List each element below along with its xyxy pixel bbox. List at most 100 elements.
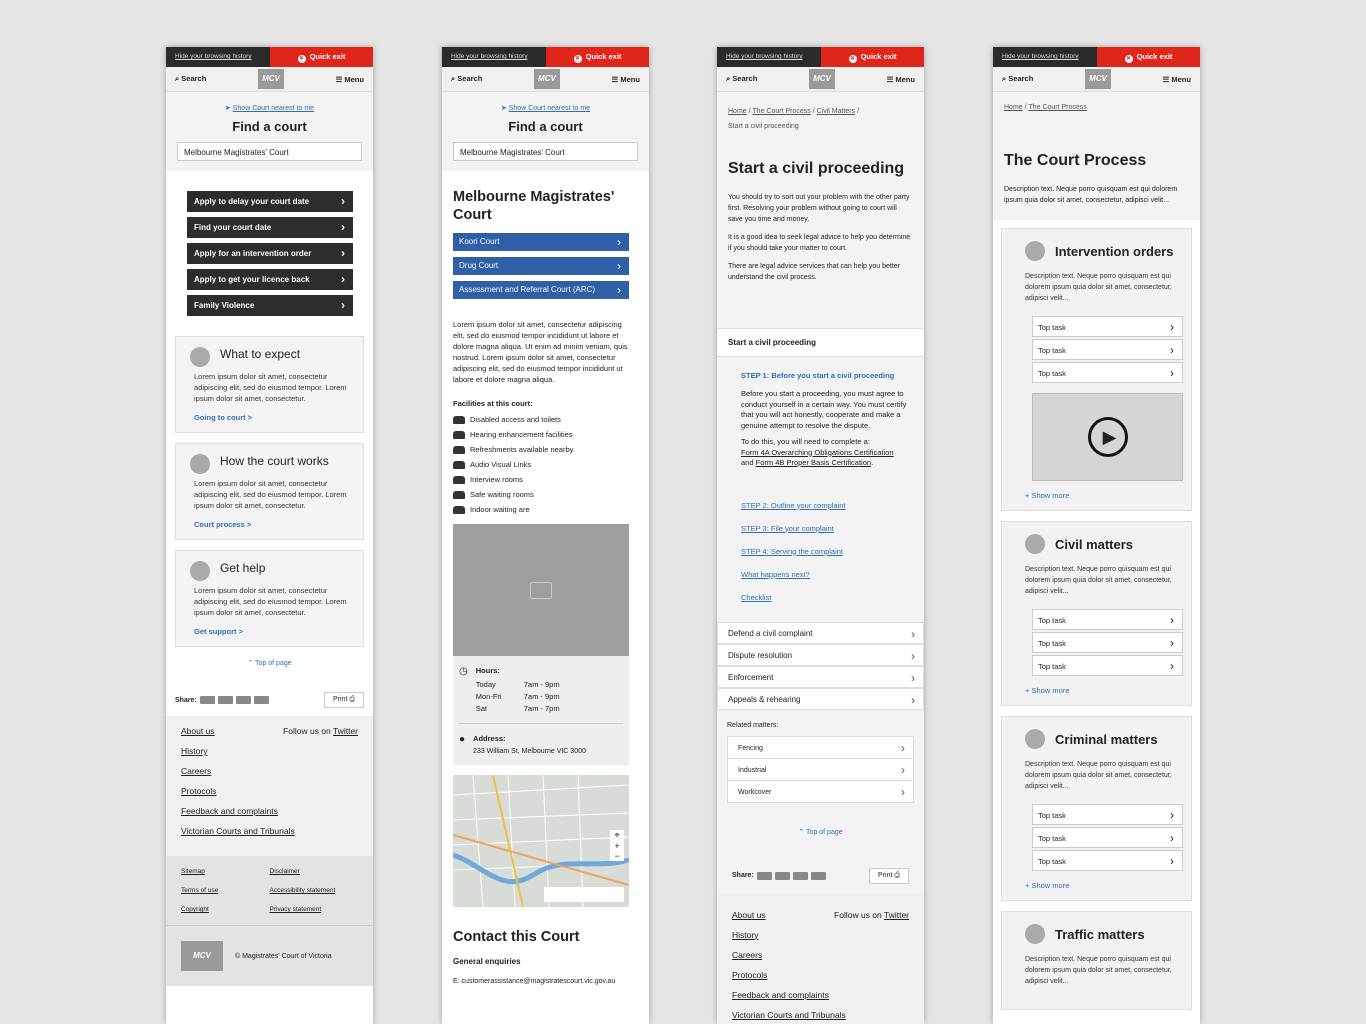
top-task-link[interactable]: Top task [1032, 850, 1183, 872]
page-title: Find a court [508, 119, 583, 134]
step-link[interactable]: STEP 3: File your complaint [741, 524, 914, 533]
close-icon: ✕ [1124, 55, 1133, 63]
delay-court-date-button[interactable]: Apply to delay your court date [187, 191, 353, 212]
related-item[interactable]: Workcover [727, 779, 914, 804]
top-task-link[interactable]: Top task [1032, 804, 1183, 826]
googleplus-icon[interactable] [810, 871, 826, 880]
print-button[interactable]: Print ⎙ [324, 692, 364, 708]
menu-button[interactable]: ☰ Menu [336, 75, 364, 84]
nearest-court-link[interactable]: Show Court nearest to me [233, 105, 314, 112]
show-more-link[interactable]: + Show more [1025, 881, 1176, 890]
hours-address-panel: ◷ Hours: Today 7am - 9pm Mon-Fri 7am - 9pm Sa… [453, 656, 629, 765]
print-button[interactable]: Print ⎙ [869, 867, 909, 884]
quick-exit-button[interactable]: ✕ Quick exit [821, 47, 924, 67]
court-search-input[interactable]: Melbourne Magistrates' Court [177, 142, 362, 161]
top-of-page-link[interactable]: ⌃ Top of page [166, 659, 373, 667]
top-task-link[interactable]: Top task [1032, 339, 1183, 361]
step-link[interactable]: Checklist [741, 593, 914, 602]
quick-exit-button[interactable]: ✕ Quick exit [546, 47, 649, 67]
twitter-link[interactable]: Twitter [884, 910, 909, 920]
map-layers-control[interactable] [544, 887, 624, 902]
nav-row[interactable]: Dispute resolution [717, 643, 924, 667]
hide-history-link[interactable]: Hide your browsing history [442, 47, 546, 67]
email-icon[interactable] [235, 696, 251, 704]
facility-item: Interview rooms [453, 475, 649, 484]
googleplus-icon[interactable] [253, 696, 269, 704]
top-task-link[interactable]: Top task [1032, 362, 1183, 384]
card-link[interactable]: Court process > [194, 520, 353, 529]
card-link[interactable]: Get support > [194, 627, 353, 636]
footer-link[interactable]: Careers [181, 766, 358, 776]
licence-back-button[interactable]: Apply to get your licence back [187, 269, 353, 290]
related-item[interactable]: Industrial [727, 757, 914, 782]
people-icon [453, 490, 465, 499]
nav-row[interactable]: Appeals & rehearing [717, 687, 924, 711]
step-1-title[interactable]: STEP 1: Before you start a civil proceed… [741, 371, 914, 380]
footer-link[interactable]: Feedback and complaints [181, 806, 358, 816]
nav-row[interactable]: Defend a civil complaint [717, 621, 924, 645]
footer-link[interactable]: Protocols [181, 786, 358, 796]
family-violence-button[interactable]: Family Violence [187, 295, 353, 316]
quick-exit-button[interactable]: ✕ Quick exit [1097, 47, 1200, 67]
location-icon: ➤ [500, 105, 509, 112]
drug-court-button[interactable]: Drug Court [453, 257, 629, 275]
process-card: Intervention orders Description text. Ne… [1001, 228, 1192, 511]
koori-court-button[interactable]: Koori Court [453, 233, 629, 251]
email-icon[interactable] [792, 871, 808, 880]
logo[interactable]: MCV [1084, 69, 1111, 89]
menu-button[interactable]: ☰ Menu [1163, 75, 1191, 84]
search-button[interactable]: ⌕ Search [726, 74, 757, 84]
form-4b-link[interactable]: Form 4B Proper Basis Certification [756, 458, 871, 467]
top-task-link[interactable]: Top task [1032, 655, 1183, 677]
top-task-link[interactable]: Top task [1032, 827, 1183, 849]
map[interactable]: ⌖ + − [453, 775, 629, 907]
logo[interactable]: MCV [808, 69, 835, 89]
hide-history-link[interactable]: Hide your browsing history [166, 47, 270, 67]
intervention-order-button[interactable]: Apply for an intervention order [187, 243, 353, 264]
hide-history-link[interactable]: Hide your browsing history [993, 47, 1097, 67]
menu-button[interactable]: ☰ Menu [887, 75, 915, 84]
card-text: Lorem ipsum dolor sit amet, consectetur … [194, 479, 347, 510]
twitter-link[interactable]: Twitter [333, 726, 358, 736]
related-item[interactable]: Fencing [727, 735, 914, 760]
court-search-input[interactable]: Melbourne Magistrates' Court [453, 142, 638, 161]
nav-row[interactable]: Enforcement [717, 665, 924, 689]
video-player[interactable]: ▶ [1032, 393, 1183, 481]
logo[interactable]: MCV [257, 69, 284, 89]
close-icon: ✕ [573, 55, 582, 63]
twitter-icon[interactable] [756, 871, 772, 880]
step-link[interactable]: STEP 4: Serving the complaint [741, 547, 914, 556]
logo[interactable]: MCV [533, 69, 560, 89]
show-more-link[interactable]: + Show more [1025, 491, 1176, 500]
form-4a-link[interactable]: Form 4A Overarching Obligations Certific… [741, 448, 894, 457]
twitter-icon[interactable] [199, 696, 215, 704]
quick-exit-button[interactable]: ✕ Quick exit [270, 47, 373, 67]
top-task-link[interactable]: Top task [1032, 609, 1183, 631]
card-title: How the court works [220, 454, 329, 468]
search-button[interactable]: ⌕ Search [175, 74, 206, 84]
search-button[interactable]: ⌕ Search [451, 74, 482, 84]
card-link[interactable]: Going to court > [194, 413, 353, 422]
step-link[interactable]: STEP 2: Outline your complaint [741, 501, 914, 510]
zoom-controls[interactable]: ⌖ + − [610, 830, 624, 861]
top-of-page-link[interactable]: ⌃ Top of page [727, 828, 914, 836]
top-task-link[interactable]: Top task [1032, 632, 1183, 654]
linkedin-icon[interactable] [774, 871, 790, 880]
about-link[interactable]: About us [181, 726, 215, 736]
top-task-link[interactable]: Top task [1032, 316, 1183, 338]
menu-button[interactable]: ☰ Menu [612, 75, 640, 84]
step-link[interactable]: What happens next? [741, 570, 914, 579]
footer-link[interactable]: Victorian Courts and Tribunals [181, 826, 358, 836]
footer-link[interactable]: History [181, 746, 358, 756]
nearest-court-link[interactable]: Show Court nearest to me [509, 105, 590, 112]
linkedin-icon[interactable] [217, 696, 233, 704]
find-court-date-button[interactable]: Find your court date [187, 217, 353, 238]
arc-button[interactable]: Assessment and Referral Court (ARC) [453, 281, 629, 299]
search-button[interactable]: ⌕ Search [1002, 74, 1033, 84]
contact-email[interactable]: E: customerassistance@magistratescourt.v… [453, 978, 649, 985]
people-icon [453, 430, 465, 439]
hide-history-link[interactable]: Hide your browsing history [717, 47, 821, 67]
play-icon[interactable]: ▶ [1087, 417, 1128, 457]
about-link[interactable]: About us [732, 910, 766, 920]
show-more-link[interactable]: + Show more [1025, 686, 1176, 695]
